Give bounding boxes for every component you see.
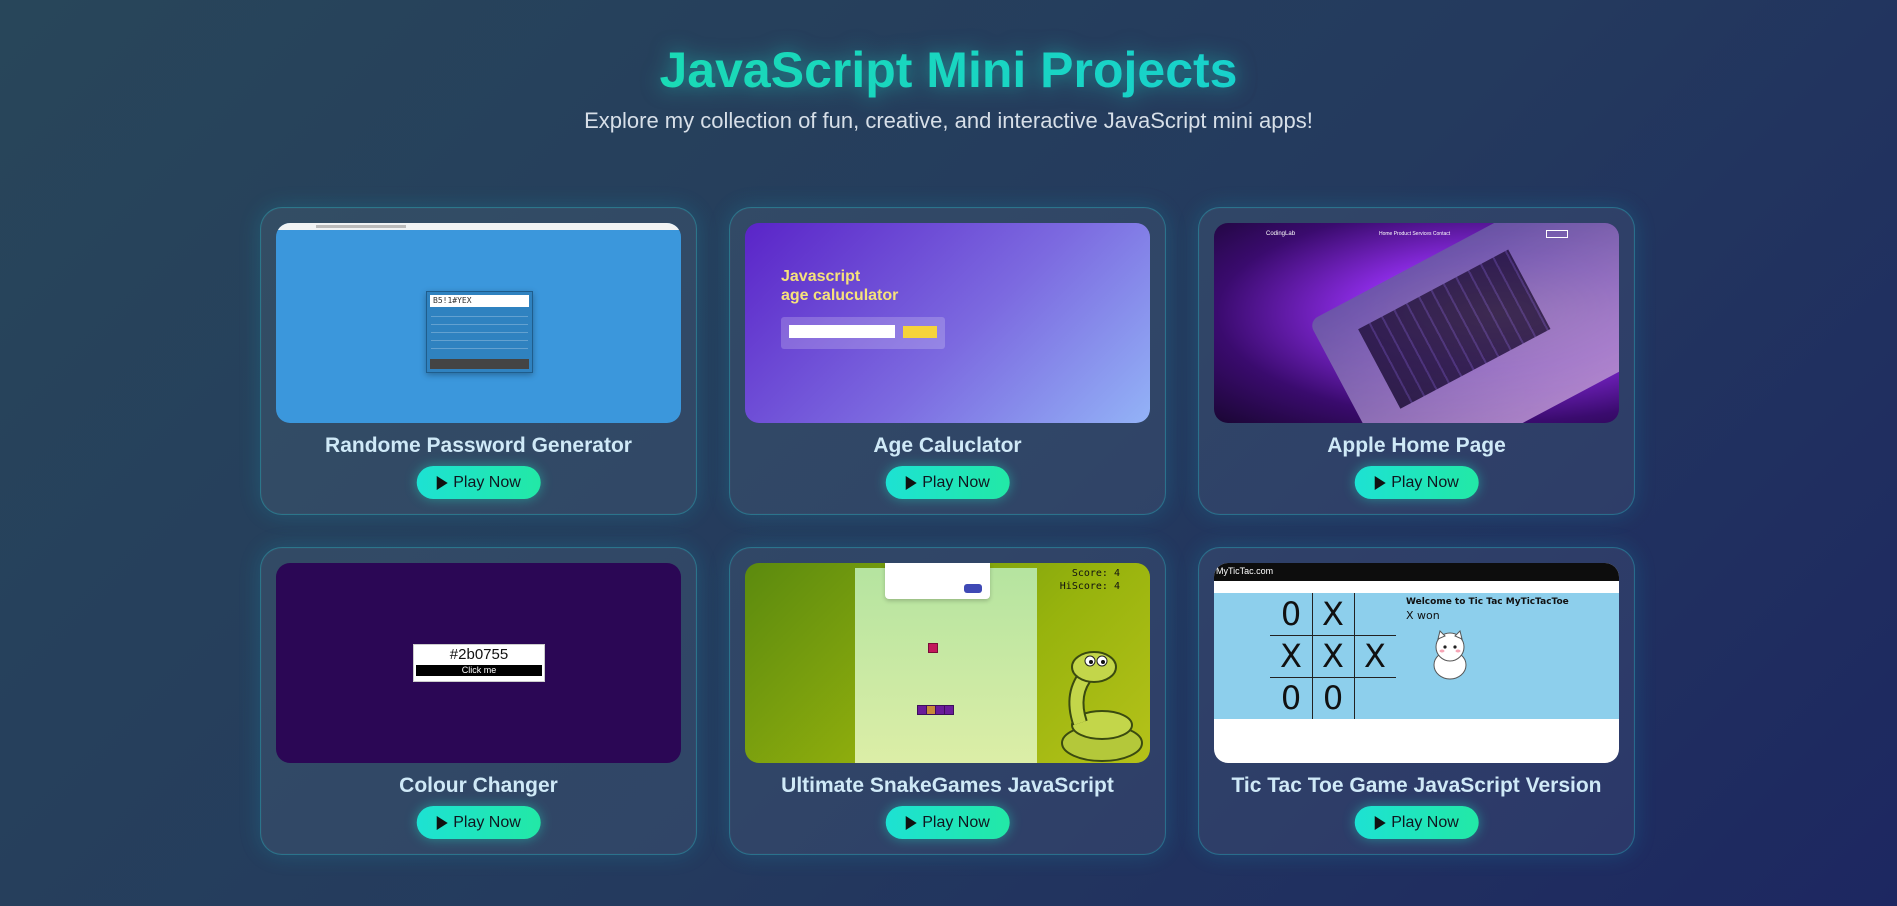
play-now-button[interactable]: Play Now: [416, 806, 541, 839]
password-generator-preview[interactable]: B5!1#YEX: [276, 223, 681, 423]
laptop-preview[interactable]: CodingLab Home Product Services Contact: [1214, 223, 1619, 423]
play-label: Play Now: [453, 473, 521, 491]
snake-game-preview[interactable]: Score: 4 HiScore: 4: [745, 563, 1150, 763]
board-cell: [1354, 593, 1396, 635]
password-panel: B5!1#YEX: [426, 291, 533, 373]
play-label: Play Now: [453, 813, 521, 831]
project-title: Randome Password Generator: [325, 434, 632, 457]
game-over-popup: [885, 563, 990, 599]
age-input-box: [781, 317, 945, 349]
play-label: Play Now: [922, 813, 990, 831]
project-card-colour-changer: #2b0755 Click me Colour Changer Play Now: [260, 547, 697, 855]
browser-bar: [276, 223, 681, 230]
play-icon: [1374, 475, 1386, 490]
project-title: Tic Tac Toe Game JavaScript Version: [1231, 774, 1602, 797]
colour-box: #2b0755 Click me: [413, 644, 545, 682]
age-calculator-preview[interactable]: Javascript age caluculator: [745, 223, 1150, 423]
board-cell: 0: [1322, 679, 1344, 717]
winner-status: X won: [1406, 609, 1440, 622]
board-cell: X: [1364, 637, 1386, 675]
preview-site-bar: MyTicTac.com: [1214, 563, 1619, 581]
play-now-button[interactable]: Play Now: [1354, 806, 1479, 839]
welcome-text: Welcome to Tic Tac MyTicTacToe: [1406, 597, 1569, 607]
page-title: JavaScript Mini Projects: [0, 40, 1897, 100]
preview-nav-button: [1546, 230, 1568, 238]
project-title: Age Caluclator: [873, 434, 1022, 457]
colour-changer-preview[interactable]: #2b0755 Click me: [276, 563, 681, 763]
project-card-password-generator: B5!1#YEX Randome Password Generator Play…: [260, 207, 697, 515]
board-cell: 0: [1280, 679, 1302, 717]
tic-tac-toe-area: 0 X X X X 0 0 Welcome to Tic Tac MyTicTa…: [1214, 593, 1619, 719]
page-subtitle: Explore my collection of fun, creative, …: [584, 108, 1313, 133]
play-label: Play Now: [922, 473, 990, 491]
click-me-button: Click me: [416, 665, 542, 676]
board-cell: [1354, 677, 1396, 719]
tic-tac-toe-preview[interactable]: MyTicTac.com 0 X X X X 0 0 Welcome to Ti…: [1214, 563, 1619, 763]
project-card-snake-game: Score: 4 HiScore: 4 Ultimate SnakeGames …: [729, 547, 1166, 855]
tic-tac-toe-board: 0 X X X X 0 0: [1270, 593, 1396, 719]
play-label: Play Now: [1391, 473, 1459, 491]
play-icon: [905, 815, 917, 830]
play-icon: [905, 475, 917, 490]
play-now-button[interactable]: Play Now: [1354, 466, 1479, 499]
score-readout: Score: 4 HiScore: 4: [1059, 568, 1120, 592]
play-icon: [436, 475, 448, 490]
board-cell: 0: [1280, 595, 1302, 633]
board-cell: X: [1322, 595, 1344, 633]
colour-hex: #2b0755: [449, 646, 509, 663]
preview-logo: CodingLab: [1266, 231, 1296, 237]
project-card-age-calculator: Javascript age caluculator Age Caluclato…: [729, 207, 1166, 515]
page-header: JavaScript Mini Projects Explore my coll…: [0, 40, 1897, 134]
project-card-apple-home: CodingLab Home Product Services Contact …: [1198, 207, 1635, 515]
project-title: Ultimate SnakeGames JavaScript: [781, 774, 1114, 797]
play-now-button[interactable]: Play Now: [885, 806, 1010, 839]
board-cell: X: [1280, 637, 1302, 675]
play-icon: [436, 815, 448, 830]
play-label: Play Now: [1391, 813, 1459, 831]
generate-bar: [430, 359, 529, 369]
play-now-button[interactable]: Play Now: [885, 466, 1010, 499]
project-card-tic-tac-toe: MyTicTac.com 0 X X X X 0 0 Welcome to Ti…: [1198, 547, 1635, 855]
project-title: Apple Home Page: [1327, 434, 1506, 457]
snake-segment: [944, 705, 954, 715]
password-output: B5!1#YEX: [430, 295, 529, 307]
project-title: Colour Changer: [399, 774, 558, 797]
cat-mascot-icon: [1433, 630, 1467, 680]
play-icon: [1374, 815, 1386, 830]
board-cell: X: [1322, 637, 1344, 675]
play-now-button[interactable]: Play Now: [416, 466, 541, 499]
laptop-image: [1308, 223, 1619, 423]
age-calculator-heading: Javascript age caluculator: [781, 268, 899, 304]
project-grid: B5!1#YEX Randome Password Generator Play…: [260, 207, 1635, 855]
preview-nav-links: Home Product Services Contact: [1379, 231, 1451, 237]
snake-mascot-icon: [1061, 651, 1143, 762]
snake-food: [928, 643, 938, 653]
